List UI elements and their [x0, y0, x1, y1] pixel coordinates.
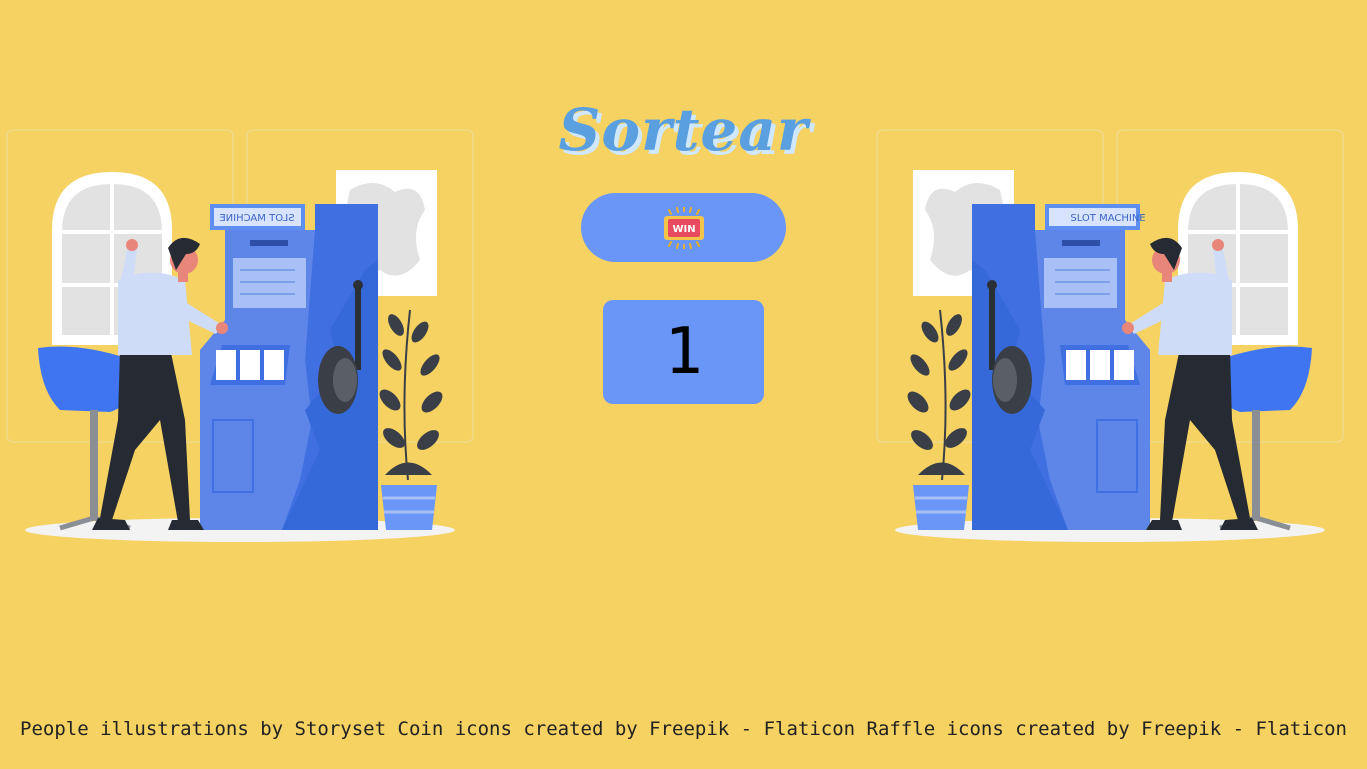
result-display: 1 — [603, 300, 764, 404]
credit-coin-icons[interactable]: Coin icons created by Freepik - Flaticon — [398, 718, 856, 740]
slot-machine-sign-left: SLOT MACHINE — [219, 213, 294, 224]
draw-button[interactable]: WIN — [581, 193, 786, 262]
credit-people-illustrations[interactable]: People illustrations by Storyset — [20, 718, 386, 740]
credits-footer: People illustrations by Storyset Coin ic… — [0, 718, 1367, 740]
slot-machine-illustration-left: SLOT MACHINE — [6, 129, 474, 542]
win-label: WIN — [672, 224, 695, 235]
win-ticket-icon: WIN — [663, 206, 704, 249]
credit-raffle-icons[interactable]: Raffle icons created by Freepik - Flatic… — [867, 718, 1347, 740]
slot-machine-illustration-right: SLOT MACHINE — [876, 129, 1344, 542]
slot-machine-sign-right: SLOT MACHINE — [1070, 213, 1145, 224]
